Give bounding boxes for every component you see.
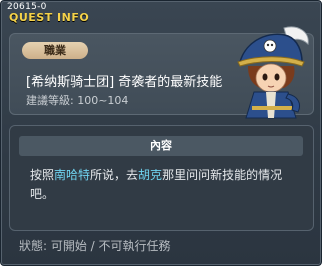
description-text: 按照	[30, 168, 55, 182]
quest-content-panel: 內容 按照南哈特所说，去胡克那里问问新技能的情况吧。	[9, 125, 314, 231]
quest-description: 按照南哈特所说，去胡克那里问问新技能的情况吧。	[30, 166, 300, 204]
recommended-level: 建議等級: 100~104	[26, 94, 129, 107]
npc-link-hook[interactable]: 胡克	[138, 168, 162, 182]
window-title: QUEST INFO	[9, 11, 90, 24]
quest-name: [希纳斯骑士团] 奇袭者的最新技能	[26, 75, 223, 90]
quest-info-window: 20615-0 QUEST INFO 職業 [希纳斯骑士团] 奇袭者的最新技能 …	[0, 0, 322, 266]
content-heading: 內容	[19, 136, 303, 156]
npc-link-nanhart[interactable]: 南哈特	[54, 168, 90, 182]
job-tag: 職業	[22, 42, 88, 59]
quest-status: 狀態: 可開始 / 不可執行任務	[19, 239, 171, 253]
character-portrait-icon	[232, 22, 314, 122]
quest-header-panel: 職業 [希纳斯骑士团] 奇袭者的最新技能 建議等級: 100~104	[9, 26, 314, 119]
description-text: 所说，去	[90, 168, 139, 182]
